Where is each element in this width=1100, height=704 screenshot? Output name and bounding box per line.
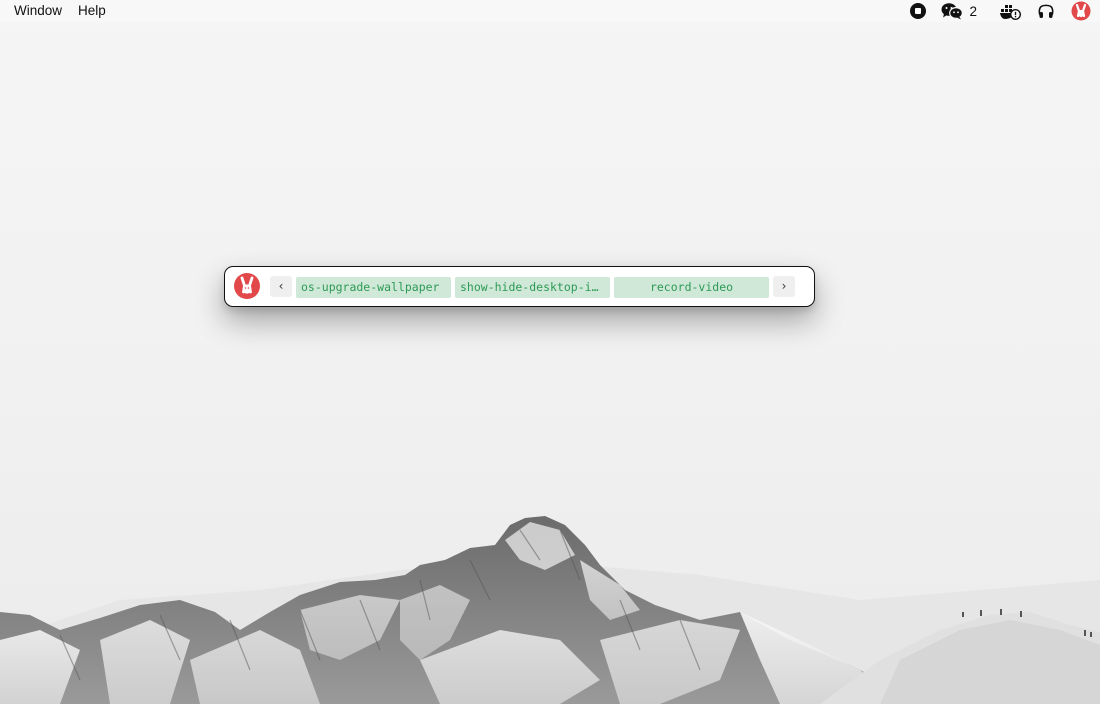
stop-record-icon[interactable] [909,0,927,22]
wechat-unread-count: 2 [969,3,977,19]
app-logo-icon [234,273,260,299]
menu-help[interactable]: Help [72,0,116,22]
chip-show-hide-desktop[interactable]: show-hide-desktop-icons [455,277,610,298]
desktop-wallpaper [0,0,1100,704]
menu-bar: Window Help 2 [0,0,1100,22]
chip-record-video[interactable]: record-video [614,277,769,298]
wechat-icon [941,3,964,20]
airpods-icon[interactable] [1037,0,1055,22]
wechat-tray-item[interactable]: 2 [941,0,977,22]
command-launcher-bar: ‹ os-upgrade-wallpaper show-hide-desktop… [224,266,815,307]
docker-update-icon[interactable] [999,0,1021,22]
app-logo-icon[interactable] [1071,0,1091,22]
menu-window[interactable]: Window [0,0,72,22]
chip-os-upgrade-wallpaper[interactable]: os-upgrade-wallpaper [296,277,451,298]
snowy-mountain-image [0,516,1100,704]
status-tray: 2 [909,0,1100,22]
prev-page-button[interactable]: ‹ [270,276,292,297]
next-page-button[interactable]: › [773,276,795,297]
